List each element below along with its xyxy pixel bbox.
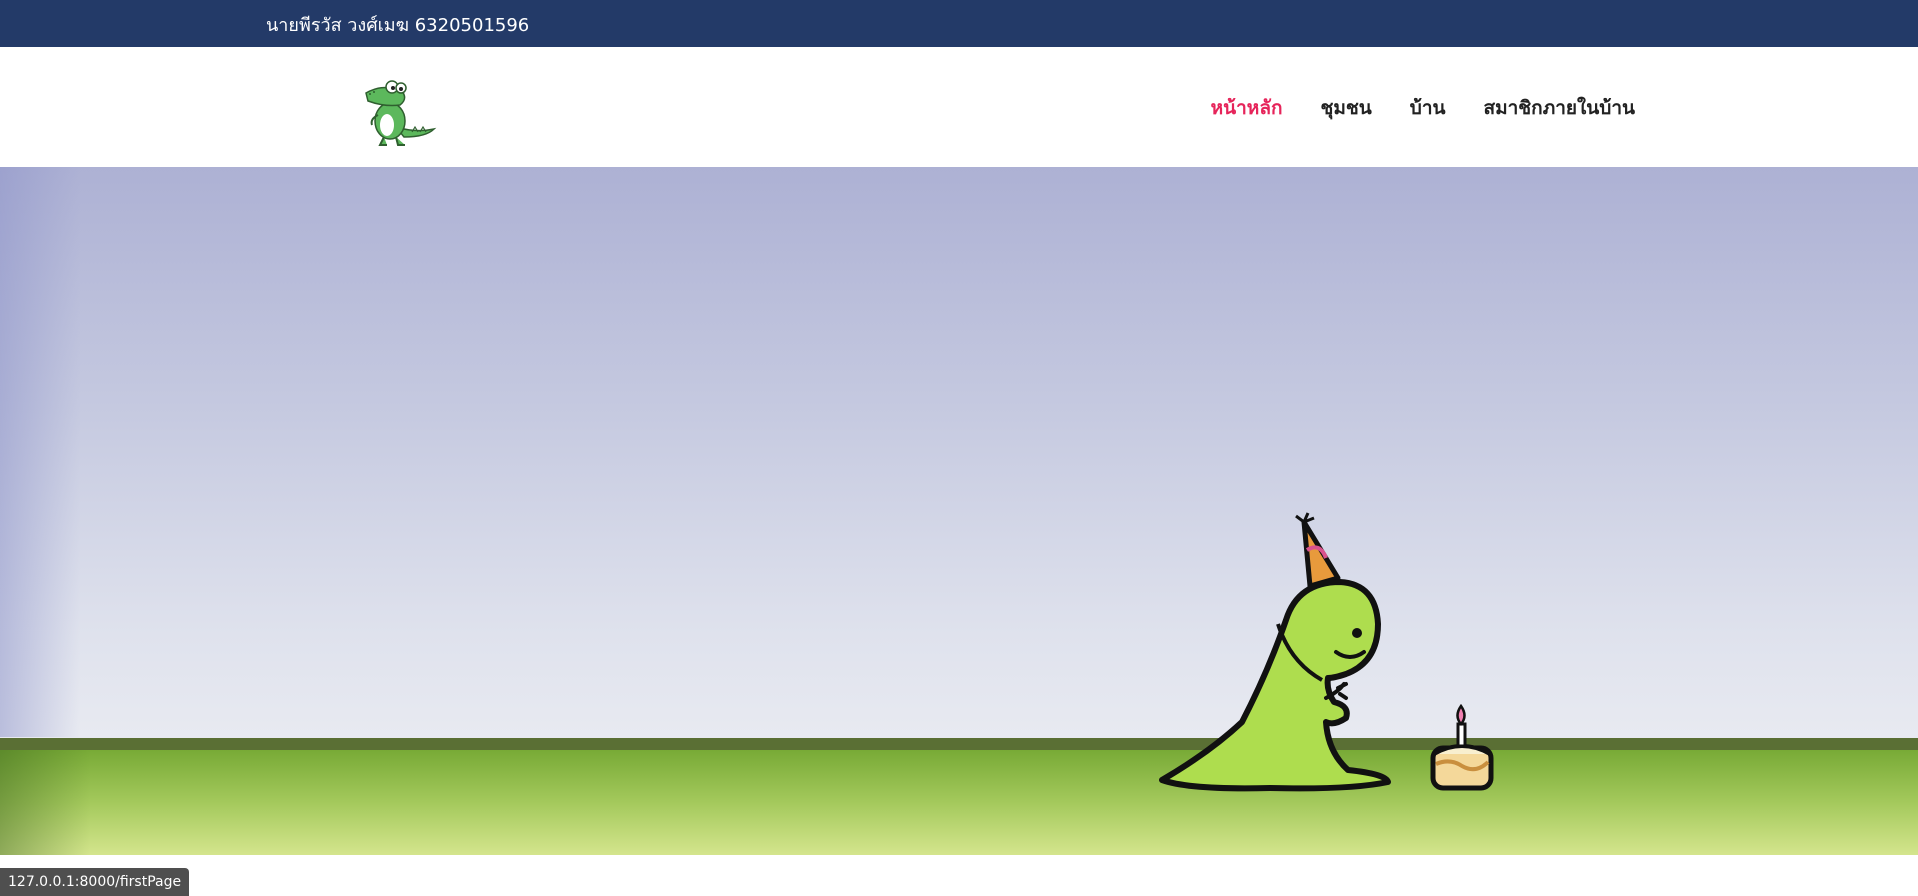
hero-shade	[0, 167, 80, 737]
horizon-line	[0, 738, 1918, 750]
nav-item-house-members[interactable]: สมาชิกภายในบ้าน	[1484, 93, 1636, 123]
grass-ground	[0, 750, 1918, 855]
nav-item-community[interactable]: ชุมชน	[1320, 93, 1371, 123]
nav-item-house[interactable]: บ้าน	[1410, 93, 1446, 123]
site-header: หน้าหลัก ชุมชน บ้าน สมาชิกภายในบ้าน	[0, 47, 1918, 167]
top-bar: นายพีรวัส วงศ์เมฆ 6320501596	[0, 0, 1918, 47]
hero-banner	[0, 167, 1918, 855]
dinosaur-with-birthday-cake-illustration	[1150, 512, 1510, 802]
browser-status-url: 127.0.0.1:8000/firstPage	[0, 868, 190, 896]
main-navigation: หน้าหลัก ชุมชน บ้าน สมาชิกภายในบ้าน	[1211, 93, 1635, 123]
student-info: นายพีรวัส วงศ์เมฆ 6320501596	[266, 15, 530, 36]
crocodile-logo-icon[interactable]	[356, 77, 438, 149]
grass-shade	[0, 750, 90, 855]
nav-item-home[interactable]: หน้าหลัก	[1211, 93, 1283, 123]
